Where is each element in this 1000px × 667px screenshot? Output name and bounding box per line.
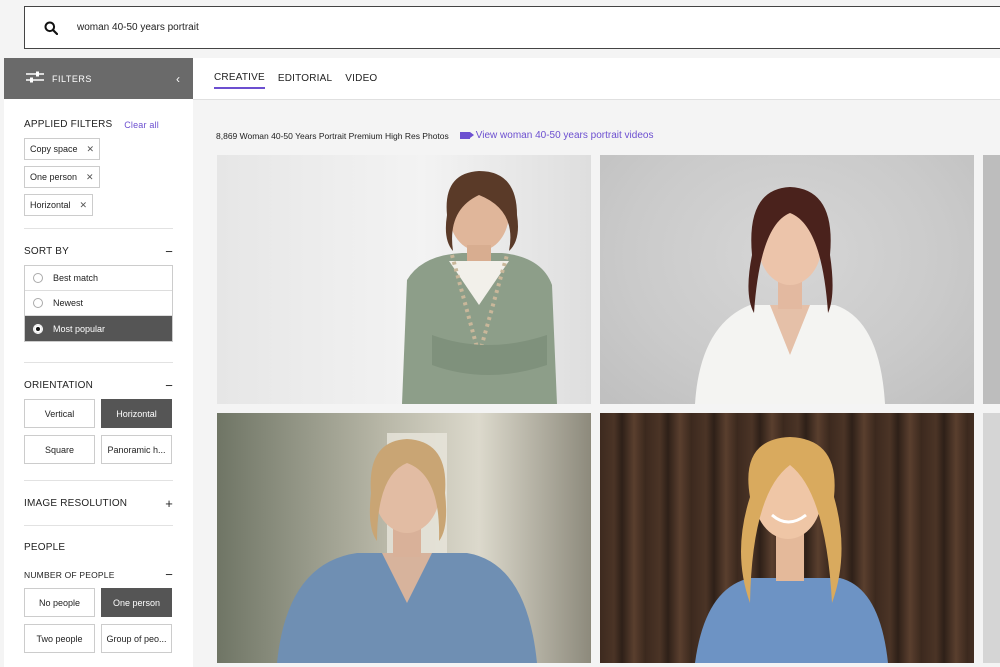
orientation-panoramic-button[interactable]: Panoramic h... — [101, 435, 172, 464]
filter-chip-one-person[interactable]: One person ✕ — [24, 166, 100, 188]
applied-filters-row: APPLIED FILTERS Clear all — [24, 119, 173, 130]
filters-sidebar: FILTERS ‹ APPLIED FILTERS Clear all Copy… — [4, 58, 193, 667]
photo-result-3[interactable] — [217, 413, 591, 663]
expand-plus-icon[interactable]: + — [165, 496, 173, 511]
clear-all-link[interactable]: Clear all — [124, 120, 159, 130]
tab-video[interactable]: VIDEO — [345, 69, 377, 88]
applied-filter-chips: Copy space ✕ One person ✕ Horizontal ✕ — [24, 138, 173, 222]
sliders-icon — [26, 70, 44, 88]
divider — [24, 362, 173, 363]
orientation-row[interactable]: ORIENTATION − — [24, 378, 173, 393]
filters-label: FILTERS — [52, 73, 92, 84]
orientation-square-button[interactable]: Square — [24, 435, 95, 464]
orientation-horizontal-button[interactable]: Horizontal — [101, 399, 172, 428]
photo-woman-cardigan — [402, 171, 557, 404]
sort-option-most-popular[interactable]: Most popular — [25, 316, 172, 341]
people-row: PEOPLE — [24, 542, 173, 553]
orientation-options: Vertical Horizontal Square Panoramic h..… — [24, 399, 173, 464]
people-title: PEOPLE — [24, 542, 66, 553]
divider — [24, 525, 173, 526]
sort-options: Best match Newest Most popular — [24, 265, 173, 342]
divider — [24, 228, 173, 229]
sort-option-best-match[interactable]: Best match — [25, 266, 172, 291]
results-count-text: 8,869 Woman 40-50 Years Portrait Premium… — [216, 130, 449, 141]
divider — [24, 480, 173, 481]
search-bar: woman 40-50 years portrait — [0, 0, 1000, 58]
video-results-link[interactable]: View woman 40-50 years portrait videos — [459, 130, 654, 141]
photo-woman-denim-indoor — [277, 433, 537, 663]
remove-icon[interactable]: ✕ — [87, 144, 95, 155]
tab-creative[interactable]: CREATIVE — [214, 68, 265, 89]
photo-result-2[interactable] — [600, 155, 974, 404]
photo-result-4[interactable] — [600, 413, 974, 663]
tab-editorial[interactable]: EDITORIAL — [278, 69, 332, 88]
radio-icon — [33, 298, 43, 308]
collapse-minus-icon[interactable]: − — [165, 378, 173, 393]
filter-chip-horizontal[interactable]: Horizontal ✕ — [24, 194, 94, 216]
radio-icon — [33, 273, 43, 283]
search-icon[interactable] — [25, 21, 77, 35]
number-of-people-row[interactable]: NUMBER OF PEOPLE − — [24, 567, 173, 582]
sort-by-row[interactable]: SORT BY − — [24, 244, 173, 259]
photo-result-partial-2[interactable] — [983, 413, 1000, 663]
people-group-button[interactable]: Group of peo... — [101, 624, 172, 653]
sort-option-newest[interactable]: Newest — [25, 291, 172, 316]
content-tabs: CREATIVE EDITORIAL VIDEO — [193, 58, 1000, 100]
image-resolution-title: IMAGE RESOLUTION — [24, 498, 128, 509]
remove-icon[interactable]: ✕ — [86, 172, 94, 183]
collapse-minus-icon[interactable]: − — [165, 567, 173, 582]
sort-by-title: SORT BY — [24, 246, 69, 257]
radio-selected-icon — [33, 323, 43, 334]
people-options: No people One person Two people Group of… — [24, 588, 173, 653]
main-content: CREATIVE EDITORIAL VIDEO 8,869 Woman 40-… — [193, 58, 1000, 667]
results-summary: 8,869 Woman 40-50 Years Portrait Premium… — [216, 130, 653, 141]
number-of-people-title: NUMBER OF PEOPLE — [24, 569, 115, 580]
filters-header[interactable]: FILTERS ‹ — [4, 58, 193, 99]
applied-filters-title: APPLIED FILTERS — [24, 119, 113, 130]
video-camera-icon — [459, 132, 474, 139]
remove-icon[interactable]: ✕ — [80, 200, 88, 211]
photo-woman-wood-background — [695, 437, 888, 663]
photo-result-1[interactable] — [217, 155, 591, 404]
orientation-vertical-button[interactable]: Vertical — [24, 399, 95, 428]
photo-woman-white-shirt — [695, 187, 885, 404]
chevron-left-icon[interactable]: ‹ — [163, 72, 193, 86]
search-input[interactable]: woman 40-50 years portrait — [77, 22, 199, 33]
filter-chip-copy-space[interactable]: Copy space ✕ — [24, 138, 101, 160]
image-resolution-row[interactable]: IMAGE RESOLUTION + — [24, 496, 173, 511]
video-link-label: View woman 40-50 years portrait videos — [475, 130, 654, 141]
people-two-button[interactable]: Two people — [24, 624, 95, 653]
photo-result-partial-1[interactable] — [983, 155, 1000, 404]
people-none-button[interactable]: No people — [24, 588, 95, 617]
collapse-minus-icon[interactable]: − — [165, 244, 173, 259]
search-box[interactable]: woman 40-50 years portrait — [24, 6, 1000, 49]
people-one-button[interactable]: One person — [101, 588, 172, 617]
orientation-title: ORIENTATION — [24, 380, 94, 391]
